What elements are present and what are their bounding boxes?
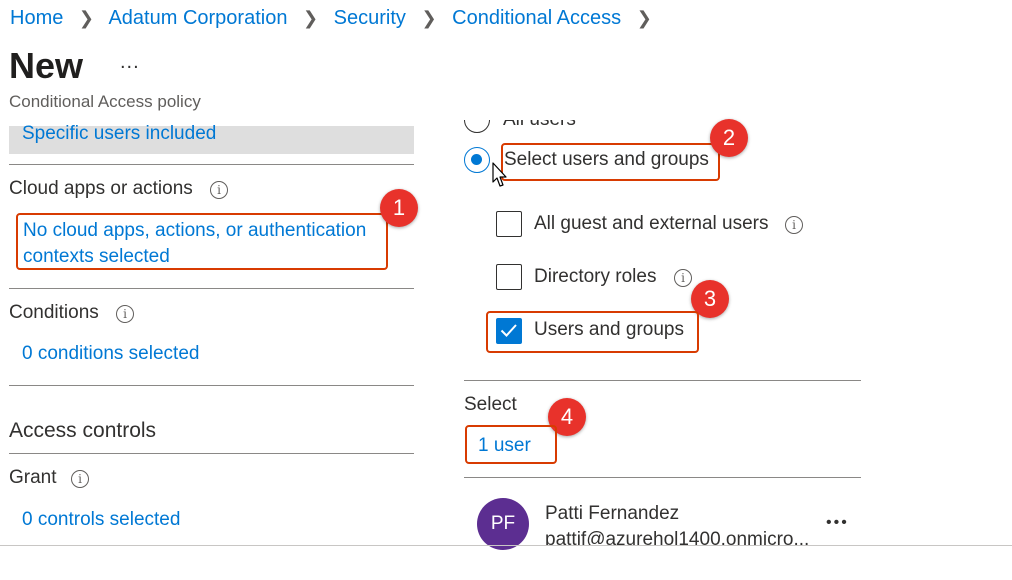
- divider: [9, 385, 414, 386]
- callout-select-users-groups: [501, 143, 720, 181]
- user-email-clip: pattif@azurehol1400.onmicro...: [545, 528, 825, 545]
- annotation-badge-2: 2: [710, 119, 748, 157]
- access-controls-heading: Access controls: [9, 419, 157, 442]
- page-subtitle: Conditional Access policy: [9, 92, 201, 111]
- page-title: New: [9, 45, 84, 86]
- checkbox-users-and-groups-label[interactable]: Users and groups: [534, 318, 684, 342]
- cloud-apps-label: Cloud apps or actions: [9, 178, 193, 199]
- radio-select-users-groups[interactable]: [464, 147, 490, 173]
- chevron-right-icon: ❯: [303, 8, 319, 28]
- checkbox-directory-roles-label[interactable]: Directory roles: [534, 265, 656, 289]
- checkmark-icon: [500, 324, 517, 337]
- info-icon[interactable]: i: [674, 269, 692, 287]
- breadcrumb-home[interactable]: Home: [10, 7, 63, 29]
- checkbox-users-and-groups[interactable]: [496, 318, 522, 344]
- grant-link[interactable]: 0 controls selected: [22, 508, 180, 532]
- divider: [9, 164, 414, 165]
- chevron-right-icon: ❯: [421, 8, 437, 28]
- breadcrumb-conditional-access[interactable]: Conditional Access: [452, 7, 621, 29]
- avatar: PF: [477, 498, 529, 550]
- divider: [464, 380, 861, 381]
- info-icon[interactable]: i: [785, 216, 803, 234]
- divider: [9, 288, 414, 289]
- conditions-label: Conditions: [9, 302, 99, 323]
- checkbox-directory-roles[interactable]: [496, 264, 522, 290]
- chevron-right-icon: ❯: [78, 8, 95, 28]
- chevron-right-icon: ❯: [636, 8, 652, 28]
- divider: [9, 453, 414, 454]
- panel-bottom-border: [0, 545, 1012, 546]
- grant-label: Grant: [9, 467, 57, 488]
- checkbox-all-guest-external[interactable]: [496, 211, 522, 237]
- breadcrumb: Home ❯ Adatum Corporation ❯ Security ❯ C…: [10, 4, 662, 32]
- users-selection-link[interactable]: Specific users included: [22, 125, 216, 147]
- cloud-apps-link-line2: contexts selected: [23, 246, 170, 267]
- select-label: Select: [464, 394, 517, 415]
- breadcrumb-adatum-corporation[interactable]: Adatum Corporation: [108, 7, 287, 29]
- annotation-badge-1: 1: [380, 189, 418, 227]
- breadcrumb-security[interactable]: Security: [334, 7, 406, 29]
- radio-all-users-label: All users: [503, 120, 576, 132]
- divider: [464, 477, 861, 478]
- mouse-cursor-icon: [492, 162, 507, 187]
- radio-all-users-clip: All users: [455, 120, 655, 134]
- radio-all-users[interactable]: [464, 120, 490, 133]
- radio-selected-dot: [471, 154, 482, 165]
- checkbox-all-guest-external-label[interactable]: All guest and external users: [534, 212, 768, 236]
- info-icon[interactable]: i: [210, 181, 228, 199]
- cloud-apps-link-line1: No cloud apps, actions, or authenticatio…: [23, 220, 367, 241]
- cloud-apps-link[interactable]: No cloud apps, actions, or authenticatio…: [23, 218, 366, 270]
- info-icon[interactable]: i: [116, 305, 134, 323]
- select-user-link[interactable]: 1 user: [478, 434, 531, 458]
- info-icon[interactable]: i: [71, 470, 89, 488]
- user-name: Patti Fernandez: [545, 503, 680, 524]
- more-options-button[interactable]: ...: [120, 52, 140, 72]
- user-more-options-button[interactable]: •••: [826, 512, 849, 534]
- conditions-link[interactable]: 0 conditions selected: [22, 342, 199, 366]
- user-email: pattif@azurehol1400.onmicro...: [545, 529, 810, 545]
